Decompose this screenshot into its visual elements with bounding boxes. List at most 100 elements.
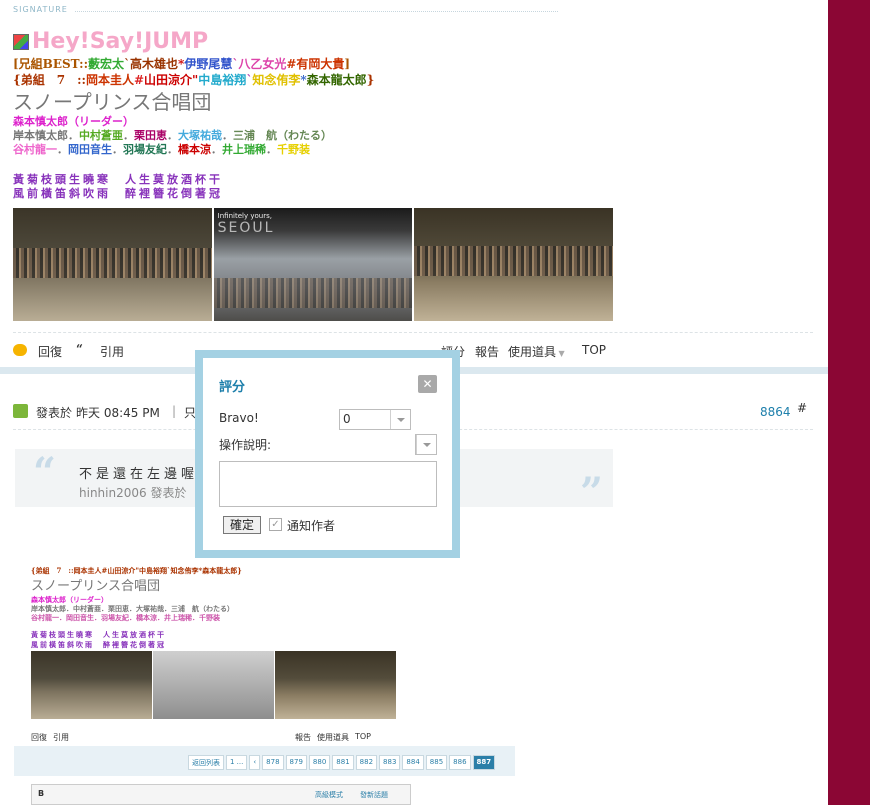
user-icon — [13, 404, 28, 418]
signature-segment: 井上瑞稀 — [222, 143, 266, 156]
shot-reply: 回復 — [31, 733, 47, 742]
shot-line-5: 谷村龍一．岡田音生．羽場友紀．橋本涼．井上瑞稀．千野装 — [31, 613, 220, 622]
signature-segment: [兄組BEST:: — [13, 57, 88, 71]
signature-segment: 有岡大貴 — [296, 57, 345, 71]
signature-photo-3 — [414, 208, 614, 321]
shot-page: 885 — [425, 755, 448, 770]
signature-photo-1 — [13, 208, 212, 321]
quote-link[interactable]: 引用 — [100, 343, 124, 360]
rate-dialog: 評分 ✕ Bravo! 0 操作說明: 確定 ✓ 通知作者 — [195, 350, 460, 558]
shot-pager: 返回列表 1 ... ‹ 878 879 880 881 882 883 884… — [188, 755, 496, 770]
shot-page: ‹ — [249, 755, 261, 770]
shot-poem-1: 黃菊枝頭生曉寒 人生莫放酒杯干 — [31, 630, 166, 639]
close-button[interactable]: ✕ — [418, 375, 437, 393]
signature-segment: # — [133, 73, 145, 87]
signature-photos: Infinitely yours, SEOUL — [13, 208, 614, 321]
shot-page-current: 887 — [472, 755, 496, 770]
bravo-value: 0 — [343, 412, 351, 426]
signature-segment: ． — [266, 143, 277, 156]
shot-back-button: 返回列表 — [188, 755, 224, 770]
reason-select[interactable] — [415, 434, 437, 455]
bravo-select[interactable]: 0 — [339, 409, 411, 430]
signature-choir: スノープリンス合唱団 — [13, 90, 212, 114]
signature-line-3: 森本慎太郎（リーダー） — [13, 115, 613, 129]
confirm-button[interactable]: 確定 — [223, 516, 261, 534]
quote-close-icon: ” — [579, 469, 603, 516]
signature-segment: ． — [112, 143, 123, 156]
rate-dialog-title: 評分 — [219, 380, 246, 395]
signature-segment: } — [366, 73, 375, 87]
floor-mark: # — [797, 401, 808, 415]
signature-header: SIGNATURE — [13, 5, 558, 17]
shot-page: 884 — [402, 755, 424, 770]
actions-divider — [13, 332, 813, 333]
report-link[interactable]: 報告 — [475, 343, 499, 360]
shot-page: 1 ... — [226, 755, 248, 770]
signature-line-2: {弟組 7 ::岡本圭人#山田涼介"中島裕翔`知念侑李*森本龍太郎} — [13, 72, 613, 88]
signature-segment: 羽場友紀 — [123, 143, 167, 156]
signature-segment: 森本龍太郎 — [306, 73, 367, 87]
signature-segment: ． — [57, 143, 68, 156]
shot-advanced-mode: 高級模式 — [315, 791, 343, 799]
signature-line-5: 谷村龍一．岡田音生．羽場友紀．橋本涼．井上瑞稀．千野装 — [13, 143, 613, 157]
shot-poem-2: 風前橫笛斜吹雨 醉裡簪花倒著冠 — [31, 640, 166, 649]
signature-segment: 千野装 — [277, 143, 310, 156]
shot-page: 883 — [379, 755, 401, 770]
bold-icon: B — [38, 789, 45, 798]
rate-dialog-body: 評分 ✕ Bravo! 0 操作說明: 確定 ✓ 通知作者 — [203, 358, 452, 550]
chevron-down-icon — [416, 435, 436, 454]
shot-report: 報告 — [295, 733, 311, 742]
shot-page: 886 — [449, 755, 471, 770]
signature-segment: ． — [123, 129, 134, 142]
reason-label: 操作說明: — [219, 438, 272, 452]
shot-line-3: 森本慎太郎（リーダー） — [31, 595, 108, 604]
signature-segment: 山田涼介 — [144, 73, 193, 87]
reason-textarea[interactable] — [219, 461, 437, 507]
shot-photos — [31, 651, 396, 719]
signature-photo-2: Infinitely yours, SEOUL — [213, 208, 413, 321]
photo-caption: Infinitely yours, — [217, 212, 272, 220]
signature-segment: 谷村龍一 — [13, 143, 57, 156]
signature-line-1: [兄組BEST::藪宏太`高木雄也*伊野尾慧`八乙女光#有岡大貴] — [13, 56, 613, 72]
signature-segment: 岡田音生 — [68, 143, 112, 156]
notify-checkbox[interactable]: ✓ — [269, 518, 282, 531]
shot-actions: 回復 引用 報告 使用道具 TOP — [31, 732, 511, 743]
shot-quote: 引用 — [53, 733, 69, 742]
signature-segment: ． — [167, 143, 178, 156]
photo-caption-seoul: SEOUL — [217, 220, 275, 236]
shot-new-topic: 發新話題 — [360, 791, 388, 799]
close-icon: ✕ — [422, 377, 433, 391]
signature-segment: 橋本涼 — [178, 143, 211, 156]
signature-segment: 伊野尾慧 — [184, 57, 233, 71]
signature-block: Hey!Say!JUMP [兄組BEST::藪宏太`高木雄也*伊野尾慧`八乙女光… — [13, 28, 613, 201]
reply-icon[interactable] — [13, 344, 27, 356]
signature-segment: 栗田恵 — [134, 129, 167, 142]
signature-line-4: 岸本慎太郎．中村蒼亜．栗田恵．大塚祐哉．三浦 航（わたる） — [13, 129, 613, 143]
chevron-down-icon — [390, 410, 410, 429]
signature-segment: 大塚祐哉 — [178, 129, 222, 142]
signature-poem-1: 黃菊枝頭生曉寒 人生莫放酒杯干 — [13, 173, 223, 186]
signature-segment: ． — [222, 129, 233, 142]
top-link[interactable]: TOP — [582, 343, 606, 357]
quote-open-icon: “ — [33, 449, 57, 496]
notify-label: 通知作者 — [287, 519, 336, 533]
quote-icon[interactable]: “ — [76, 343, 83, 355]
shot-choir: スノープリンス合唱団 — [31, 579, 160, 594]
signature-label: SIGNATURE — [13, 5, 68, 14]
reply-link[interactable]: 回復 — [38, 343, 62, 360]
signature-segment: # — [286, 57, 297, 71]
signature-segment: 森本慎太郎（リーダー） — [13, 115, 134, 128]
floor-number[interactable]: 8864 — [760, 405, 791, 419]
signature-segment: ] — [344, 57, 351, 71]
meta-separator: | — [172, 404, 177, 418]
right-edge-bar — [828, 0, 870, 805]
tools-link[interactable]: 使用道具 ▼ — [508, 343, 565, 360]
shot-line-2: {弟組 7 ::岡本圭人#山田涼介"中島裕翔`知念侑李*森本龍太郎} — [31, 566, 242, 575]
signature-title: Hey!Say!JUMP — [13, 28, 613, 56]
shot-page: 880 — [308, 755, 331, 770]
shot-tools: 使用道具 — [317, 733, 349, 742]
quote-text: 不是還在左邊喔 — [79, 467, 199, 482]
shot-page: 881 — [332, 755, 354, 770]
broken-image-icon — [13, 34, 29, 50]
shot-page: 879 — [285, 755, 307, 770]
